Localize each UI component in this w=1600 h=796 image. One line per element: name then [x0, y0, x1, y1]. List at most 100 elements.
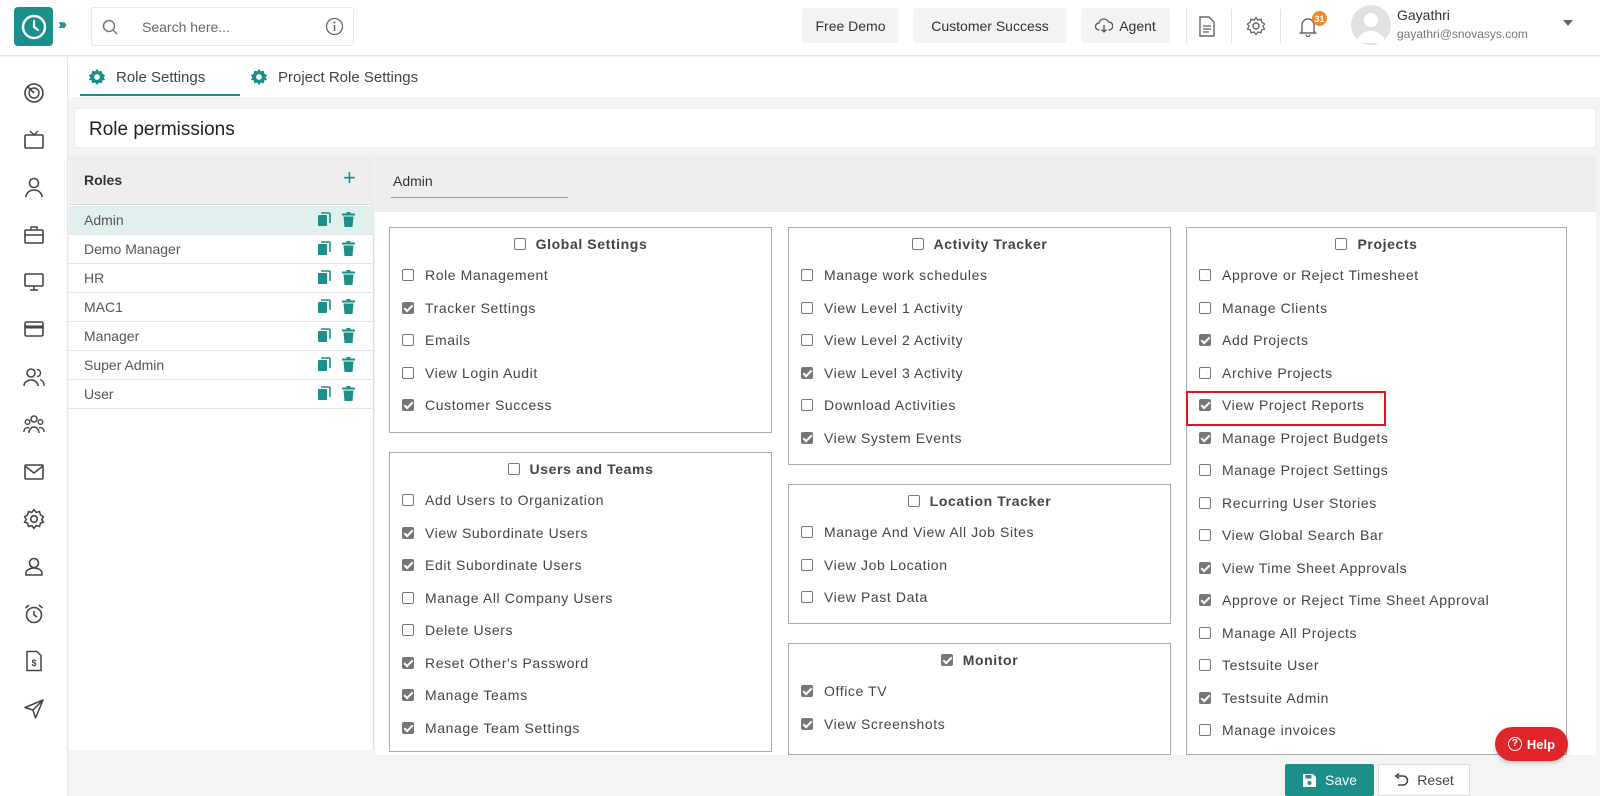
permission-checkbox[interactable]	[402, 689, 414, 701]
permission-checkbox[interactable]	[1199, 464, 1211, 476]
team-icon[interactable]	[23, 413, 45, 435]
permission-checkbox[interactable]	[402, 526, 414, 539]
role-name-field[interactable]: Admin	[391, 170, 568, 198]
permission-item[interactable]: Customer Success	[402, 397, 552, 413]
permission-checkbox[interactable]	[801, 269, 813, 281]
delete-icon[interactable]	[342, 212, 355, 227]
permission-checkbox[interactable]	[1199, 626, 1211, 639]
permission-checkbox[interactable]	[1199, 366, 1211, 379]
permission-checkbox[interactable]	[402, 591, 414, 604]
group-title[interactable]: Users and Teams	[390, 461, 771, 477]
permission-checkbox[interactable]	[1199, 594, 1211, 606]
delete-icon[interactable]	[342, 386, 355, 401]
users-icon[interactable]	[23, 366, 45, 388]
copy-icon[interactable]	[317, 299, 331, 314]
permission-checkbox[interactable]	[801, 399, 813, 411]
permission-item[interactable]: View Level 2 Activity	[801, 332, 963, 348]
permission-checkbox[interactable]	[1199, 496, 1211, 509]
add-role-button[interactable]: +	[343, 167, 356, 189]
group-title[interactable]: Projects	[1187, 236, 1566, 252]
search-box[interactable]: Search here...	[91, 7, 354, 46]
permission-checkbox[interactable]	[402, 559, 414, 571]
copy-icon[interactable]	[317, 386, 331, 401]
permission-checkbox[interactable]	[402, 334, 414, 346]
permission-checkbox[interactable]	[801, 558, 813, 571]
settings-icon[interactable]	[1246, 16, 1266, 36]
role-row[interactable]: MAC1	[69, 293, 374, 322]
permission-item[interactable]: Delete Users	[402, 622, 513, 638]
permission-item[interactable]: Add Projects	[1199, 332, 1309, 348]
permission-item[interactable]: Manage And View All Job Sites	[801, 524, 1034, 540]
chevron-down-icon[interactable]	[1563, 20, 1573, 26]
permission-item[interactable]: View Screenshots	[801, 716, 945, 732]
permission-item[interactable]: Approve or Reject Timesheet	[1199, 267, 1419, 283]
invoice-icon[interactable]: $	[23, 650, 45, 672]
help-button[interactable]: ? Help	[1495, 727, 1568, 761]
permission-item[interactable]: Emails	[402, 332, 471, 348]
app-logo[interactable]	[14, 7, 53, 46]
role-row[interactable]: User	[69, 380, 374, 409]
group-checkbox[interactable]	[940, 654, 953, 666]
permission-item[interactable]: Add Users to Organization	[402, 492, 604, 508]
permission-item[interactable]: Approve or Reject Time Sheet Approval	[1199, 592, 1489, 608]
group-title[interactable]: Activity Tracker	[789, 236, 1170, 252]
permission-item[interactable]: Role Management	[402, 267, 548, 283]
permission-checkbox[interactable]	[801, 526, 813, 538]
permission-item[interactable]: View Level 1 Activity	[801, 300, 963, 316]
permission-item[interactable]: Manage Teams	[402, 687, 528, 703]
group-checkbox[interactable]	[513, 238, 526, 250]
permission-item[interactable]: View Past Data	[801, 589, 928, 605]
user-icon[interactable]	[23, 176, 45, 198]
permission-item[interactable]: View Global Search Bar	[1199, 527, 1384, 543]
permission-item[interactable]: Download Activities	[801, 397, 956, 413]
permission-item[interactable]: View Level 3 Activity	[801, 365, 963, 381]
permission-checkbox[interactable]	[402, 656, 414, 669]
agent-button[interactable]: Agent	[1081, 8, 1170, 43]
save-button[interactable]: Save	[1285, 764, 1374, 796]
permission-checkbox[interactable]	[1199, 301, 1211, 314]
permission-item[interactable]: View System Events	[801, 430, 962, 446]
permission-checkbox[interactable]	[402, 366, 414, 379]
permission-checkbox[interactable]	[402, 301, 414, 314]
copy-icon[interactable]	[317, 328, 331, 343]
copy-icon[interactable]	[317, 212, 331, 227]
permission-item[interactable]: Recurring User Stories	[1199, 495, 1377, 511]
permission-item[interactable]: Testsuite Admin	[1199, 690, 1329, 706]
permission-item[interactable]: View Job Location	[801, 557, 948, 573]
permission-checkbox[interactable]	[801, 431, 813, 444]
gear-icon[interactable]	[23, 508, 45, 530]
permission-item[interactable]: Manage Project Settings	[1199, 462, 1388, 478]
permission-checkbox[interactable]	[402, 494, 414, 506]
role-row[interactable]: Super Admin	[69, 351, 374, 380]
permission-checkbox[interactable]	[1199, 269, 1211, 281]
permission-item[interactable]: View Subordinate Users	[402, 525, 588, 541]
role-row[interactable]: Admin	[69, 206, 374, 235]
search-input[interactable]: Search here...	[142, 19, 230, 35]
permission-item[interactable]: Manage All Projects	[1199, 625, 1357, 641]
permission-item[interactable]: View Login Audit	[402, 365, 538, 381]
tv-icon[interactable]	[23, 129, 45, 151]
permission-item[interactable]: Archive Projects	[1199, 365, 1333, 381]
tab-project-role-settings[interactable]: Project Role Settings	[250, 57, 418, 97]
copy-icon[interactable]	[317, 241, 331, 256]
info-icon[interactable]	[325, 17, 344, 36]
group-checkbox[interactable]	[907, 495, 920, 507]
permission-item[interactable]: Manage invoices	[1199, 722, 1336, 738]
group-title[interactable]: Location Tracker	[789, 493, 1170, 509]
permission-checkbox[interactable]	[402, 269, 414, 281]
expand-sidebar-icon[interactable]: ›››	[58, 16, 67, 33]
permission-checkbox[interactable]	[1199, 529, 1211, 541]
customer-success-button[interactable]: Customer Success	[913, 8, 1067, 43]
delete-icon[interactable]	[342, 328, 355, 343]
alarm-clock-icon[interactable]	[23, 603, 45, 625]
permission-item[interactable]: Reset Other's Password	[402, 655, 589, 671]
permission-checkbox[interactable]	[801, 366, 813, 379]
delete-icon[interactable]	[342, 299, 355, 314]
permission-checkbox[interactable]	[402, 624, 414, 636]
document-icon[interactable]	[1198, 16, 1216, 37]
permission-checkbox[interactable]	[402, 399, 414, 411]
role-row[interactable]: Demo Manager	[69, 235, 374, 264]
permission-checkbox[interactable]	[402, 721, 414, 734]
credit-card-icon[interactable]	[23, 318, 45, 340]
mail-icon[interactable]	[23, 461, 45, 483]
